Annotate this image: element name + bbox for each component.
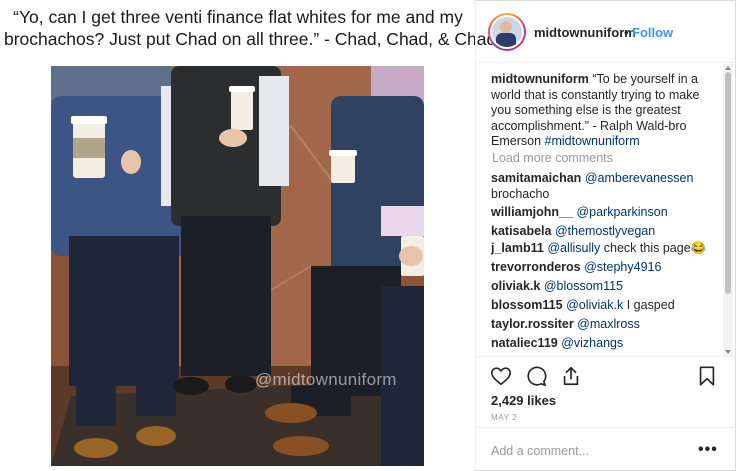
caption-username[interactable]: midtownuniform — [491, 72, 589, 86]
comment-mention[interactable]: @allisully — [547, 241, 600, 255]
caption-hashtag[interactable]: #midtownuniform — [545, 134, 640, 148]
comment-item: nataliec119 @vizhangs — [491, 336, 623, 352]
comment-mention[interactable]: @maxlross — [577, 317, 640, 331]
post-caption: midtownuniform “To be yourself in a worl… — [491, 72, 716, 150]
comment-mention[interactable]: @blossom115 — [544, 279, 623, 293]
comment-mention[interactable]: @parkparkinson — [576, 205, 667, 219]
post-photo[interactable]: @midtownuniform — [51, 66, 424, 466]
meme-panel: “Yo, can I get three venti finance flat … — [0, 0, 497, 471]
comment-item: samitamaichan @amberevanessen brochacho — [491, 171, 693, 202]
comment-item: taylor.rossiter @maxlross — [491, 317, 640, 333]
avatar[interactable] — [488, 13, 526, 51]
post-actions-bar — [476, 356, 736, 392]
scroll-down-arrow-icon[interactable] — [725, 350, 731, 354]
comment-icon[interactable] — [525, 365, 547, 387]
comment-username[interactable]: blossom115 — [491, 298, 563, 312]
comment-username[interactable]: katisabela — [491, 224, 551, 238]
comment-item: katisabela @themostlyvegan — [491, 224, 655, 240]
post-header: midtownuniform • Follow — [476, 0, 736, 63]
post-sidebar: midtownuniform • Follow midtownuniform “… — [475, 0, 736, 471]
comment-item: williamjohn__ @parkparkinson — [491, 205, 668, 221]
comment-username[interactable]: taylor.rossiter — [491, 317, 574, 331]
add-comment-box: Add a comment... ••• — [476, 427, 736, 471]
comment-mention[interactable]: @vizhangs — [561, 336, 623, 350]
load-more-comments-button[interactable]: Load more comments — [492, 151, 613, 165]
follow-button[interactable]: Follow — [632, 25, 673, 40]
bookmark-icon[interactable] — [696, 365, 718, 387]
elevator-scene-illustration — [51, 66, 424, 466]
avatar-ring — [490, 15, 524, 49]
comment-text: brochacho — [491, 186, 550, 201]
comment-item: blossom115 @oliviak.k I gasped — [491, 298, 675, 314]
post-date: MAY 2 — [491, 413, 518, 422]
comment-item: j_lamb11 @allisully check this page😂 — [491, 241, 706, 257]
comment-text: check this page😂 — [603, 241, 707, 255]
comment-username[interactable]: samitamaichan — [491, 171, 581, 185]
comments-scrollbar[interactable] — [723, 64, 733, 356]
comments-list[interactable]: midtownuniform “To be yourself in a worl… — [476, 64, 726, 354]
comment-item: trevorronderos @stephy4916 — [491, 260, 661, 276]
comment-username[interactable]: oliviak.k — [491, 279, 540, 293]
photo-watermark: @midtownuniform — [255, 370, 397, 389]
post-username[interactable]: midtownuniform — [534, 25, 636, 40]
comment-username[interactable]: nataliec119 — [491, 336, 558, 350]
meme-caption-line-2: brochachos? Just put Chad on all three.”… — [4, 29, 497, 49]
likes-count[interactable]: 2,429 likes — [491, 393, 556, 408]
comment-username[interactable]: trevorronderos — [491, 260, 581, 274]
comment-mention[interactable]: @oliviak.k — [566, 298, 623, 312]
share-icon[interactable] — [560, 365, 582, 387]
scroll-up-arrow-icon[interactable] — [725, 66, 731, 70]
comment-username[interactable]: j_lamb11 — [491, 241, 544, 255]
scrollbar-thumb[interactable] — [725, 72, 731, 294]
meme-caption: “Yo, can I get three venti finance flat … — [4, 6, 497, 50]
comment-mention[interactable]: @stephy4916 — [584, 260, 661, 274]
comment-mention[interactable]: @amberevanessen — [585, 171, 694, 185]
heart-icon[interactable] — [490, 365, 512, 387]
comment-mention[interactable]: @themostlyvegan — [555, 224, 655, 238]
comment-input[interactable]: Add a comment... — [491, 444, 589, 458]
comment-item: oliviak.k @blossom115 — [491, 279, 623, 295]
avatar-image — [492, 17, 522, 47]
separator-dot: • — [624, 25, 629, 40]
comment-text: I gasped — [626, 298, 675, 312]
comment-username[interactable]: williamjohn__ — [491, 205, 573, 219]
meme-caption-line-1: “Yo, can I get three venti finance flat … — [13, 7, 463, 27]
more-options-icon[interactable]: ••• — [698, 441, 718, 459]
